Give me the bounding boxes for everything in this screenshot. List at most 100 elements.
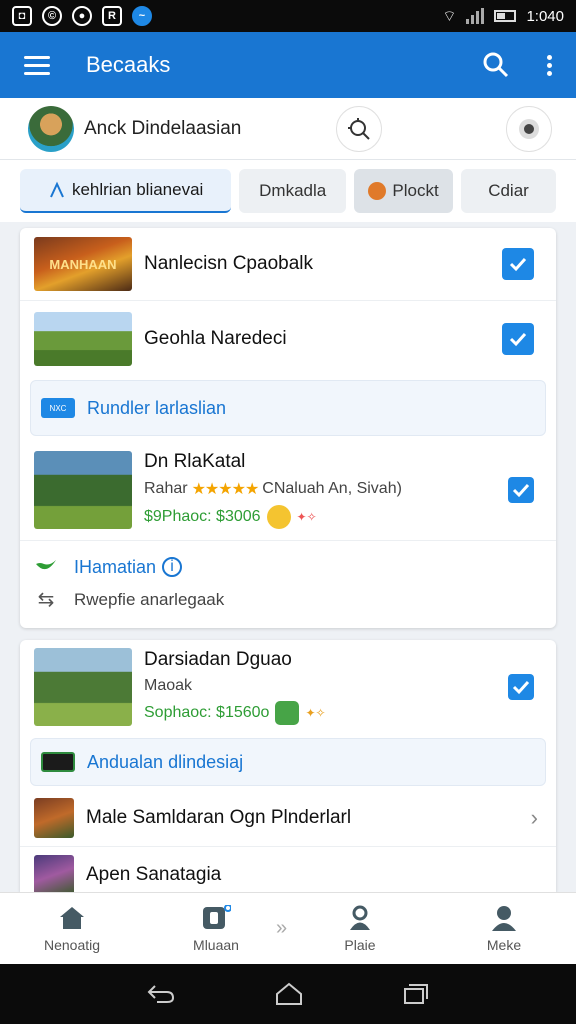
info-subtitle: Rwepfie anarlegaak <box>74 589 225 609</box>
section-header[interactable]: Andualan dlindesiaj <box>30 738 546 786</box>
nav-item-play[interactable]: Plaie <box>288 893 432 964</box>
item-title: Male Samldaran Ogn Plnderlarl <box>86 807 352 828</box>
game-thumbnail <box>34 798 74 838</box>
camera-icon: ● <box>72 6 92 26</box>
detail-subtitle: Maoak <box>144 677 193 694</box>
detail-price: Sophaoc: $1560o ✦✧ <box>144 701 326 725</box>
item-title: Geohla Naredeci <box>144 327 287 349</box>
info-row[interactable]: IHamatian i ⇆ Rwepfie anarlegaak <box>20 540 556 626</box>
detail-title: Darsiadan Dguao <box>144 649 292 670</box>
back-icon[interactable] <box>147 984 175 1004</box>
detail-title: Dn RlaKatal <box>144 451 246 472</box>
list-item[interactable]: Geohla Naredeci <box>20 300 556 376</box>
info-icon[interactable]: i <box>162 557 183 578</box>
chevron-right-icon: › <box>530 805 538 830</box>
sparkle-icon: ✦✧ <box>305 706 326 720</box>
nav-item-device[interactable]: Mluaan <box>144 893 288 964</box>
smiley-icon <box>266 505 291 529</box>
tab-label: Cdiar <box>488 181 529 200</box>
status-time: 1:040 <box>526 7 564 25</box>
signal-icon <box>466 8 485 24</box>
sub-suffix: CNaluah An, Sivah) <box>262 480 402 497</box>
info-title: IHamatian <box>74 556 157 577</box>
profile-name: Anck Dindelaasian <box>84 117 242 139</box>
game-badge-icon <box>41 752 75 772</box>
list-item[interactable]: MANHAAN Nanlecisn Cpaobalk <box>20 228 556 300</box>
card-list-2: Darsiadan Dguao Maoak Sophaoc: $1560o ✦✧… <box>20 640 556 892</box>
item-title: Apen Sanatagia <box>86 863 222 885</box>
gear-search-icon <box>348 117 370 140</box>
gem-icon <box>275 701 300 725</box>
app-icon: R <box>102 6 122 26</box>
search-icon[interactable] <box>483 52 509 78</box>
card-list-1: MANHAAN Nanlecisn Cpaobalk Geohla Narede… <box>20 228 556 628</box>
tab-label: Plockt <box>392 181 439 200</box>
game-detail-row[interactable]: Dn RlaKatal Rahar ★★★★★ CNaluah An, Siva… <box>20 440 556 540</box>
game-thumbnail <box>34 451 132 529</box>
nav-item-home[interactable]: Nenoatig <box>0 893 144 964</box>
section-label: Andualan dlindesiaj <box>87 751 244 772</box>
sub-prefix: Rahar <box>144 480 188 497</box>
person-icon <box>492 905 516 931</box>
messenger-icon: ~ <box>132 6 152 26</box>
forward-arrows-icon: » <box>276 917 288 939</box>
check-icon <box>509 332 527 346</box>
item-title: Nanlecisn Cpaobalk <box>144 253 313 274</box>
avatar[interactable] <box>28 105 74 152</box>
camera-button[interactable] <box>506 105 552 152</box>
detail-text: Dn RlaKatal Rahar ★★★★★ CNaluah An, Siva… <box>144 451 402 529</box>
checkbox[interactable] <box>502 322 534 355</box>
list-item[interactable]: Apen Sanatagia <box>20 846 556 892</box>
device-icon <box>203 904 231 929</box>
user-outline-icon <box>50 181 64 198</box>
bottom-nav: Nenoatig Mluaan » Plaie Meke <box>0 892 576 964</box>
price-text: $9Phaoc: $3006 <box>144 508 261 525</box>
list-item[interactable]: Male Samldaran Ogn Plnderlarl › <box>20 790 556 846</box>
profile-row: Anck Dindelaasian <box>0 98 576 160</box>
game-thumbnail <box>34 854 74 892</box>
copyright-icon: © <box>42 6 62 26</box>
nav-label: Nenoatig <box>43 936 101 953</box>
tab-label: kehlrian blianevai <box>71 180 204 199</box>
lens-icon <box>519 118 539 139</box>
checkbox[interactable] <box>508 674 534 700</box>
section-header[interactable]: NXC Rundler larlaslian <box>30 380 546 436</box>
nav-label: Mluaan <box>193 936 239 953</box>
rating-stars: ★★★★★ <box>191 481 260 498</box>
system-nav-bar <box>0 964 576 1024</box>
app-bar: Becaaks <box>0 32 576 98</box>
detail-subtitle: Rahar ★★★★★ CNaluah An, Sivah) <box>144 479 402 499</box>
game-thumbnail <box>34 648 132 726</box>
detail-price: $9Phaoc: $3006 ✦✧ <box>144 505 317 529</box>
screenshot-icon: ◘ <box>12 6 32 26</box>
tab-label: Dmkadla <box>259 181 327 200</box>
tab-dmkadla[interactable]: Dmkadla <box>239 169 347 213</box>
app-title: Becaaks <box>86 52 171 77</box>
detail-text: Darsiadan Dguao Maoak Sophaoc: $1560o ✦✧ <box>144 649 326 725</box>
game-detail-row[interactable]: Darsiadan Dguao Maoak Sophaoc: $1560o ✦✧ <box>20 640 556 734</box>
tab-cdiar[interactable]: Cdiar <box>461 169 556 213</box>
nav-item-profile[interactable]: Meke <box>432 893 576 964</box>
nav-label: Meke <box>486 936 522 953</box>
game-thumbnail: MANHAAN <box>34 237 132 291</box>
orange-badge-icon <box>368 182 387 200</box>
wifi-icon: ⌔ <box>442 7 457 25</box>
nav-label: Plaie <box>344 936 376 953</box>
game-thumbnail <box>34 311 132 366</box>
checkbox[interactable] <box>508 477 534 503</box>
checkbox[interactable] <box>502 248 534 280</box>
more-options-icon[interactable] <box>547 52 552 79</box>
tab-kehlrian[interactable]: kehlrian blianevai <box>20 169 232 213</box>
section-label: Rundler larlaslian <box>87 397 227 418</box>
settings-search-button[interactable] <box>336 105 382 152</box>
tab-plockt[interactable]: Plockt <box>354 169 454 213</box>
check-icon <box>512 483 530 498</box>
check-icon <box>512 680 530 695</box>
share-icon: ⇆ <box>37 589 55 612</box>
home-button-icon[interactable] <box>275 982 303 1006</box>
recents-icon[interactable] <box>403 983 429 1005</box>
menu-icon[interactable] <box>24 51 50 80</box>
user-badge-icon <box>350 905 370 930</box>
home-icon <box>60 906 84 929</box>
sparkle-icon: ✦✧ <box>296 510 317 524</box>
